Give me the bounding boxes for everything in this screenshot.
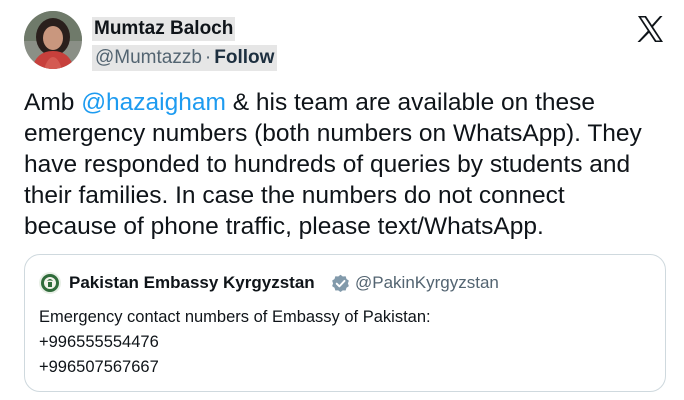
verified-badge-icon — [331, 274, 350, 293]
quoted-line: Emergency contact numbers of Embassy of … — [39, 308, 431, 326]
author-handle[interactable]: @Mumtazzb — [95, 47, 202, 68]
quoted-handle[interactable]: @PakinKyrgyzstan — [355, 271, 499, 295]
embassy-avatar[interactable] — [39, 272, 61, 294]
avatar-image — [24, 11, 82, 69]
quoted-text: Emergency contact numbers of Embassy of … — [39, 305, 649, 380]
quoted-phone-number: +996507567667 — [39, 358, 159, 376]
tweet-text: Amb @hazaigham & his team are available … — [24, 87, 664, 242]
tweet-card: Mumtaz Baloch @Mumtazzb · Follow Amb @haza… — [0, 0, 684, 400]
quoted-tweet[interactable]: Pakistan Embassy Kyrgyzstan @PakinKyrgyz… — [24, 254, 666, 392]
follow-button[interactable]: Follow — [214, 47, 274, 68]
x-logo-icon[interactable] — [635, 14, 665, 44]
author-handle-row: @Mumtazzb · Follow — [92, 45, 278, 71]
mention-link[interactable]: @hazaigham — [81, 89, 226, 116]
tweet-text-before: Amb — [24, 89, 82, 116]
author-avatar[interactable] — [24, 11, 82, 69]
separator: · — [204, 47, 212, 68]
quoted-display-name[interactable]: Pakistan Embassy Kyrgyzstan — [69, 271, 315, 295]
quoted-phone-number: +996555554476 — [39, 333, 159, 351]
author-display-name[interactable]: Mumtaz Baloch — [92, 17, 236, 41]
